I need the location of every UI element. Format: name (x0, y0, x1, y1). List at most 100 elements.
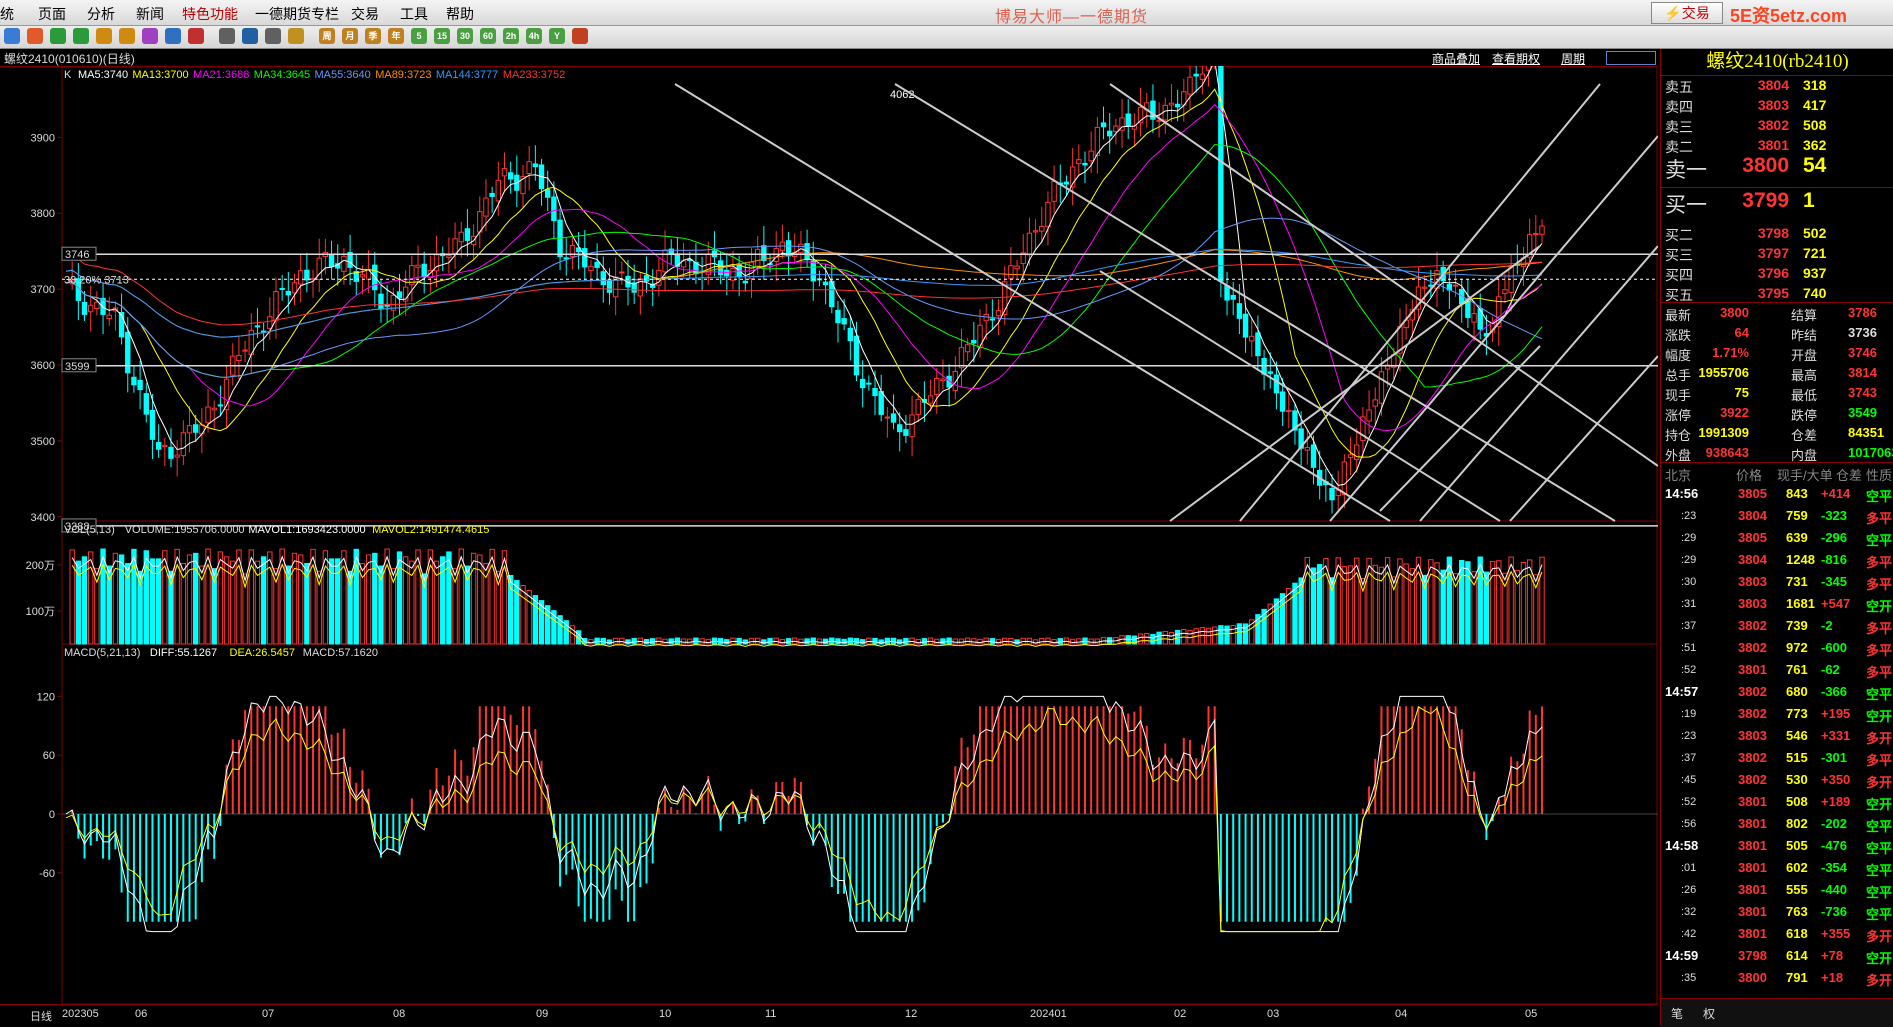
bid-row[interactable]: 买三 3797 721 (1661, 245, 1893, 265)
tick-row[interactable]: :19 3802 773 +195 空开 (1661, 703, 1893, 725)
tick-cell-v: 508 (1786, 794, 1808, 809)
tick-cell-d: +547 (1821, 596, 1851, 611)
tick-row[interactable]: :42 3801 618 +355 多开 (1661, 923, 1893, 945)
stat-value: 1991309 (1698, 425, 1749, 440)
tick-cell-v: 791 (1786, 970, 1808, 985)
tick-cell-n: 多平 (1866, 577, 1893, 592)
tick-cell-n: 多平 (1866, 643, 1893, 658)
trade-button[interactable]: ⚡交易 (1651, 2, 1723, 24)
period-link[interactable]: 周期 (1561, 50, 1585, 67)
tick-row[interactable]: :29 3805 639 -296 空平 (1661, 527, 1893, 549)
tick-row[interactable]: :51 3802 972 -600 多平 (1661, 637, 1893, 659)
list-icon[interactable] (265, 28, 281, 44)
zoom-out-icon[interactable] (119, 28, 135, 44)
overlay-link[interactable]: 商品叠加 (1432, 50, 1480, 67)
trend-line (1329, 135, 1658, 522)
tick-row[interactable]: :45 3802 530 +350 多开 (1661, 769, 1893, 791)
candle-body (1045, 201, 1051, 228)
ask-row[interactable]: 卖五 3804 318 (1661, 77, 1893, 97)
ask-row[interactable]: 卖四 3803 417 (1661, 97, 1893, 117)
bid-row[interactable]: 买一 3799 1 (1661, 189, 1893, 219)
tick-row[interactable]: :26 3801 555 -440 空平 (1661, 879, 1893, 901)
tick-cell-n: 空平 (1866, 907, 1893, 922)
volume-bar (94, 568, 100, 645)
period-2h-icon[interactable]: 2h (503, 28, 519, 44)
tick-row[interactable]: :56 3801 802 -202 空平 (1661, 813, 1893, 835)
wave-icon[interactable] (242, 28, 258, 44)
ask-row[interactable]: 卖一 3800 54 (1661, 154, 1893, 184)
tick-row[interactable]: 14:59 3798 614 +78 空开 (1661, 945, 1893, 967)
tab-ticks[interactable]: 笔 (1671, 1005, 1683, 1022)
tick-row[interactable]: 14:58 3801 505 -476 空平 (1661, 835, 1893, 857)
magic-icon[interactable] (142, 28, 158, 44)
ask-row[interactable]: 卖三 3802 508 (1661, 117, 1893, 137)
period-15-icon[interactable]: 15 (434, 28, 450, 44)
year-y-icon[interactable]: Y (549, 28, 565, 44)
tick-row[interactable]: :32 3801 763 -736 空平 (1661, 901, 1893, 923)
tick-row[interactable]: :30 3803 731 -345 多平 (1661, 571, 1893, 593)
menu-system[interactable]: 统 (0, 4, 14, 24)
back-icon[interactable] (27, 28, 43, 44)
calc-icon[interactable] (572, 28, 588, 44)
tick-row[interactable]: :37 3802 515 -301 多平 (1661, 747, 1893, 769)
period-30-icon[interactable]: 30 (457, 28, 473, 44)
volume-bar (446, 551, 452, 645)
week-icon[interactable]: 周 (319, 28, 335, 44)
volume-bar (477, 554, 483, 645)
menu-tools[interactable]: 工具 (400, 4, 428, 24)
candle-body (1008, 265, 1014, 279)
tick-row[interactable]: :23 3804 759 -323 多平 (1661, 505, 1893, 527)
ask-label: 卖五 (1665, 79, 1693, 95)
volume-bar (1298, 577, 1304, 645)
hline-label: 3746 (65, 249, 89, 261)
kline-chart[interactable]: 4000390038003700360035003400374635993388… (0, 66, 1658, 1004)
bid-row[interactable]: 买四 3796 937 (1661, 265, 1893, 285)
forward-icon[interactable] (50, 28, 66, 44)
tick-cell-v: 505 (1786, 838, 1808, 853)
cursor-icon[interactable] (219, 28, 235, 44)
menu-news[interactable]: 新闻 (136, 4, 164, 24)
menu-help[interactable]: 帮助 (446, 4, 474, 24)
home-icon[interactable] (4, 28, 20, 44)
tick-row[interactable]: :52 3801 508 +189 空开 (1661, 791, 1893, 813)
tick-row[interactable]: :37 3802 739 -2 多平 (1661, 615, 1893, 637)
quarter-icon[interactable]: 季 (365, 28, 381, 44)
stat-label: 幅度 (1665, 348, 1692, 363)
menu-yide-column[interactable]: 一德期货专栏 (255, 4, 339, 24)
tick-row[interactable]: 14:56 3805 843 +414 空平 (1661, 483, 1893, 505)
menu-special[interactable]: 特色功能 (182, 4, 238, 24)
menu-analysis[interactable]: 分析 (87, 4, 115, 24)
tick-row[interactable]: :35 3800 791 +18 多开 (1661, 967, 1893, 989)
menu-trade[interactable]: 交易 (351, 4, 379, 24)
tick-row[interactable]: :01 3801 602 -354 空平 (1661, 857, 1893, 879)
tick-row[interactable]: 14:57 3802 680 -366 空平 (1661, 681, 1893, 703)
period-60-icon[interactable]: 60 (480, 28, 496, 44)
candle-body (1267, 371, 1273, 374)
tick-row[interactable]: :52 3801 761 -62 多平 (1661, 659, 1893, 681)
window-icon[interactable] (288, 28, 304, 44)
kline-icon[interactable] (188, 28, 204, 44)
x-axis: 日线 202305 06 07 08 09 10 11 12 202401 02 03 04 05 (0, 1004, 1658, 1027)
refresh-icon[interactable] (73, 28, 89, 44)
tick-row[interactable]: :23 3803 546 +331 多开 (1661, 725, 1893, 747)
period-label[interactable]: 日线 (30, 1008, 52, 1024)
tick-cell-p: 3802 (1738, 640, 1767, 655)
tick-row[interactable]: :31 3803 1681 +547 空开 (1661, 593, 1893, 615)
month-icon[interactable]: 月 (342, 28, 358, 44)
candle-body (1242, 313, 1249, 338)
stock-icon[interactable] (165, 28, 181, 44)
period-5-icon[interactable]: 5 (411, 28, 427, 44)
tick-row[interactable]: :29 3804 1248 -816 多平 (1661, 549, 1893, 571)
tick-cell-v: 761 (1786, 662, 1808, 677)
tab-rights[interactable]: 权 (1703, 1005, 1715, 1022)
candle-body (1039, 225, 1045, 232)
options-link[interactable]: 查看期权 (1492, 50, 1540, 67)
candle-body (810, 260, 816, 282)
bid-row[interactable]: 买二 3798 502 (1661, 225, 1893, 245)
year-icon[interactable]: 年 (388, 28, 404, 44)
fib-label: 38.20% 3713 (64, 274, 129, 286)
zoom-in-icon[interactable] (96, 28, 112, 44)
window-controls-icon[interactable] (1606, 51, 1656, 65)
period-4h-icon[interactable]: 4h (526, 28, 542, 44)
menu-page[interactable]: 页面 (38, 4, 66, 24)
